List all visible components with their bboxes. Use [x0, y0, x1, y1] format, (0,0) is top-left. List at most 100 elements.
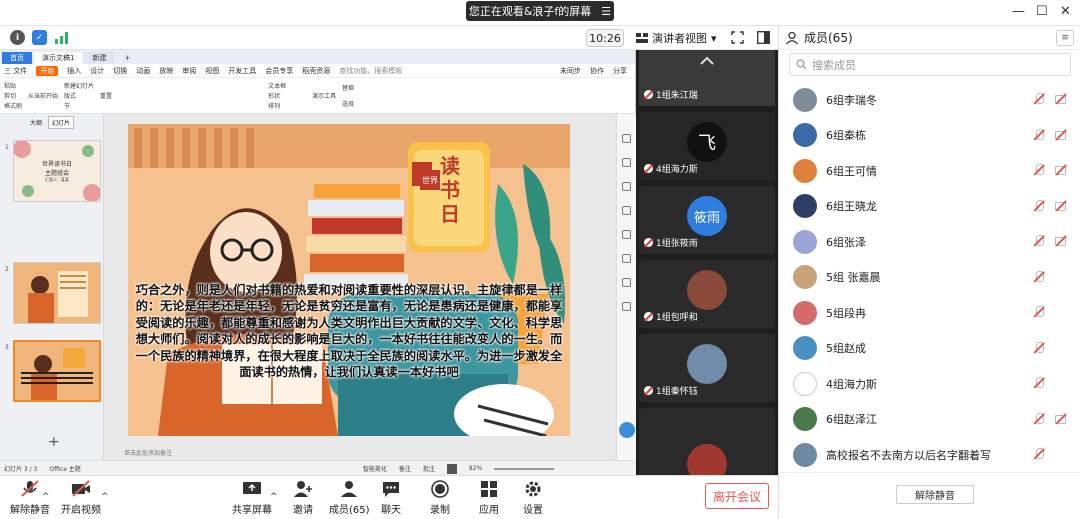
chat-button[interactable]: 聊天 — [380, 480, 402, 516]
tab-outline[interactable]: 大纲 — [30, 118, 42, 127]
side-tool-icon[interactable] — [622, 158, 631, 167]
tab-slides[interactable]: 幻灯片 — [48, 115, 75, 129]
camera-off-icon[interactable] — [1055, 200, 1067, 212]
camera-off-icon[interactable] — [1055, 164, 1067, 176]
ribbon-textbox[interactable]: 文本框 — [268, 81, 286, 90]
ribbon-reset[interactable]: 重置 — [100, 91, 112, 100]
member-row[interactable]: 6组赵泽江 — [779, 402, 1080, 438]
slide-thumbnail-1[interactable]: 世界读书日 主题班会 汇报人：某某 — [13, 140, 101, 202]
wps-menu-design[interactable]: 设计 — [90, 66, 104, 76]
invite-button[interactable]: 邀请 — [292, 480, 314, 516]
member-row[interactable]: 6组王可情 — [779, 153, 1080, 189]
share-screen-button[interactable]: 共享屏幕 — [232, 480, 272, 516]
wps-menu-home[interactable]: 开始 — [36, 65, 59, 76]
maximize-icon[interactable]: ☐ — [1036, 4, 1048, 19]
start-video-button[interactable]: 开启视频 — [61, 480, 101, 516]
member-row[interactable]: 5组 张嘉晨 — [779, 260, 1080, 296]
member-row[interactable]: 6组秦栋 — [779, 118, 1080, 154]
status-notes[interactable]: 备注 — [399, 464, 411, 473]
chevron-up-icon[interactable]: ^ — [42, 492, 50, 502]
wps-menu-animation[interactable]: 动画 — [136, 66, 150, 76]
ribbon-select[interactable]: 选择 — [342, 99, 354, 108]
wps-menu-insert[interactable]: 插入 — [67, 66, 81, 76]
ribbon-play-from-current[interactable]: 从当前开始 — [28, 91, 58, 100]
ribbon-arrange[interactable]: 排列 — [268, 101, 286, 110]
signal-icon[interactable] — [54, 30, 69, 45]
view-mode-dropdown[interactable]: 演讲者视图 ▾ — [636, 29, 722, 47]
mic-muted-icon[interactable] — [1033, 341, 1045, 354]
ribbon-replace[interactable]: 替换 — [342, 83, 354, 92]
ribbon-paste[interactable]: 粘贴 — [4, 81, 22, 90]
ribbon-format-painter[interactable]: 格式刷 — [4, 101, 22, 110]
status-comment[interactable]: 批注 — [423, 464, 435, 473]
slide-3[interactable]: 世界 读书日 巧合之外，则是人们对书籍的热爱和对阅读重要性的深层认识。主旋律都是… — [128, 124, 570, 436]
unmute-all-button[interactable]: 解除静音 — [896, 485, 974, 504]
slide-body-text[interactable]: 巧合之外，则是人们对书籍的热爱和对阅读重要性的深层认识。主旋律都是一样的：无论是… — [134, 282, 564, 380]
wps-menu-member[interactable]: 会员专享 — [265, 66, 293, 76]
side-tool-icon[interactable] — [622, 254, 631, 263]
member-row[interactable]: 6组李瑞冬 — [779, 82, 1080, 118]
mic-muted-icon[interactable] — [1033, 93, 1045, 105]
fullscreen-icon[interactable] — [731, 31, 744, 47]
share-banner[interactable]: 您正在观看&浪子f的屏幕 ☰ — [466, 1, 614, 21]
video-tile[interactable] — [639, 408, 775, 475]
mic-muted-icon[interactable] — [1033, 128, 1045, 141]
camera-off-icon[interactable] — [1055, 235, 1067, 247]
wps-collab[interactable]: 协作 — [590, 66, 604, 76]
wps-menu-docer[interactable]: 稻壳资源 — [302, 66, 330, 76]
mic-muted-icon[interactable] — [1033, 412, 1045, 425]
ribbon-cut[interactable]: 剪切 — [4, 91, 22, 100]
ribbon-new-slide[interactable]: 新建幻灯片 — [64, 81, 94, 90]
ribbon-section[interactable]: 节 — [64, 101, 94, 110]
ribbon-shape[interactable]: 形状 — [268, 91, 286, 100]
info-icon[interactable]: i — [10, 30, 25, 45]
minimize-icon[interactable]: — — [1012, 4, 1025, 19]
member-row[interactable]: 4组海力斯 — [779, 366, 1080, 402]
video-tile[interactable]: 1组秦怀钰 — [639, 334, 775, 402]
members-menu-button[interactable]: ≡ — [1056, 30, 1074, 46]
leave-meeting-button[interactable]: 离开会议 — [705, 483, 769, 509]
video-tile[interactable]: 飞 4组海力斯 — [639, 112, 775, 180]
wps-tab-document[interactable]: 演示文稿1 — [34, 52, 83, 64]
chevron-up-icon[interactable]: ^ — [101, 492, 109, 502]
side-tool-icon[interactable] — [622, 182, 631, 191]
video-tile[interactable]: 筱雨 1组张筱雨 — [639, 186, 775, 254]
ribbon-presentation-tools[interactable]: 演示工具 — [312, 91, 336, 100]
mic-muted-icon[interactable] — [1033, 377, 1045, 389]
mic-muted-icon[interactable] — [1033, 448, 1045, 460]
zoom-slider[interactable] — [494, 467, 555, 470]
wps-tab-home[interactable]: 首页 — [2, 52, 32, 64]
assistant-icon[interactable] — [619, 422, 635, 438]
wps-menu-transition[interactable]: 切换 — [113, 66, 127, 76]
members-button[interactable]: 成员(65) — [329, 480, 370, 516]
member-row[interactable]: 6组张泽 — [779, 224, 1080, 260]
banner-menu-icon[interactable]: ☰ — [601, 5, 611, 18]
slide-thumbnail-2[interactable] — [13, 262, 101, 324]
wps-file-menu[interactable]: 三 文件 — [4, 66, 27, 76]
shield-icon[interactable]: ✓ — [32, 30, 47, 45]
camera-off-icon[interactable] — [1055, 413, 1067, 425]
camera-off-icon[interactable] — [1055, 129, 1067, 141]
video-tile[interactable]: 1组朱江瑞 — [639, 50, 775, 106]
close-icon[interactable]: ✕ — [1060, 4, 1071, 19]
sidebar-toggle-icon[interactable] — [757, 31, 770, 47]
settings-button[interactable]: 设置 — [522, 480, 544, 516]
member-row[interactable]: 6组王晓龙 — [779, 189, 1080, 225]
slide-thumbnail-3[interactable] — [13, 340, 101, 402]
play-icon[interactable] — [446, 463, 457, 474]
add-slide-button[interactable]: + — [48, 434, 60, 450]
mic-muted-icon[interactable] — [1033, 199, 1045, 212]
wps-add-tab-button[interactable]: + — [116, 52, 138, 64]
wps-unsynced[interactable]: 未同步 — [560, 66, 581, 76]
member-row[interactable]: 5组段冉 — [779, 295, 1080, 331]
video-tile[interactable]: 1组包呼和 — [639, 260, 775, 328]
notes-placeholder[interactable]: 单击此处添加备注 — [124, 448, 172, 457]
mic-muted-icon[interactable] — [1033, 270, 1045, 283]
wps-menu-view[interactable]: 视图 — [205, 66, 219, 76]
apps-button[interactable]: 应用 — [478, 480, 500, 516]
mic-muted-icon[interactable] — [1033, 306, 1045, 318]
member-row[interactable]: 5组赵成 — [779, 331, 1080, 367]
side-tool-icon[interactable] — [622, 206, 631, 215]
member-search-input[interactable]: 搜索成员 — [789, 53, 1071, 76]
wps-search-hint[interactable]: 查找功能、搜索模板 — [339, 66, 402, 76]
